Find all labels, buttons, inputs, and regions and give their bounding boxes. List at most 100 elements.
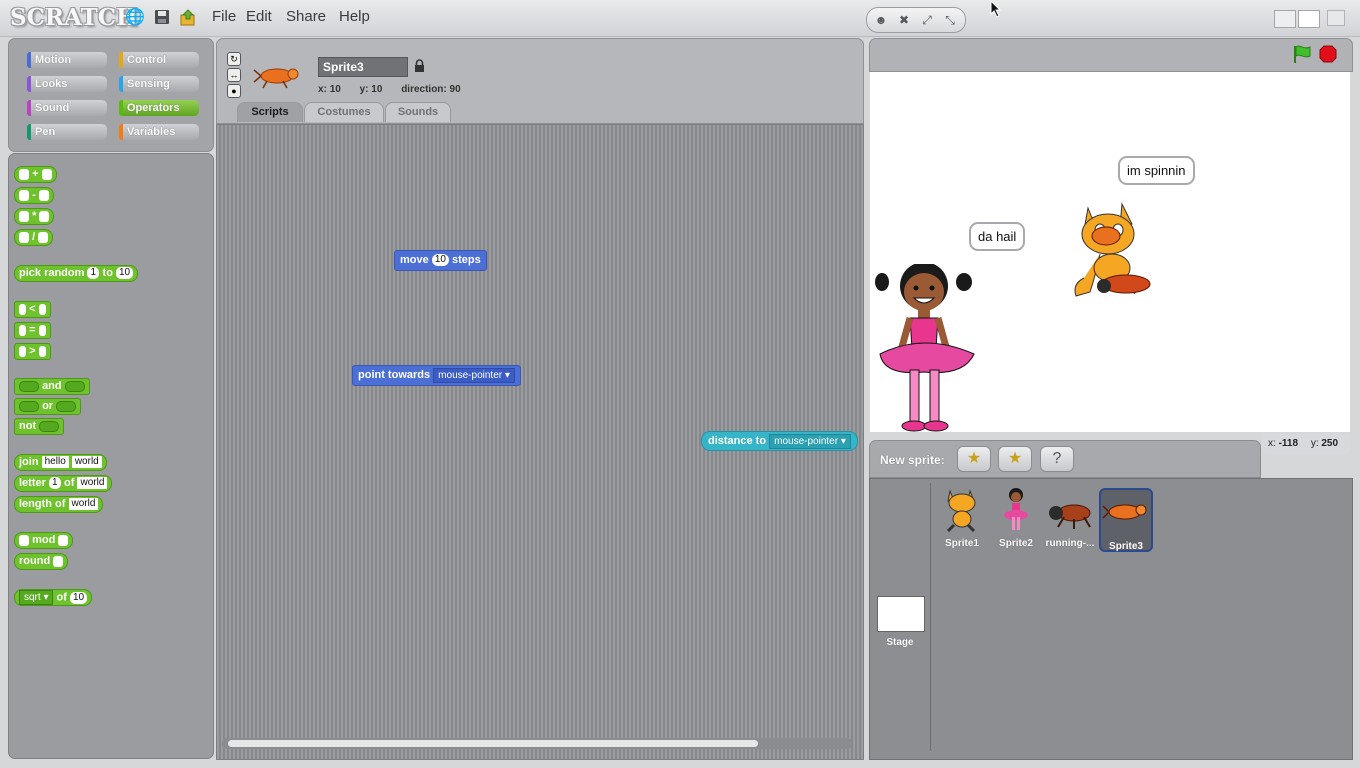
slot[interactable]: 1 bbox=[87, 267, 100, 280]
stop-sign-icon[interactable] bbox=[1319, 45, 1337, 63]
category-control[interactable]: Control bbox=[119, 52, 199, 68]
slot[interactable]: world bbox=[68, 498, 99, 511]
delete-tool-icon[interactable]: ✖ bbox=[894, 11, 914, 29]
scrollbar-thumb[interactable] bbox=[228, 740, 758, 747]
block-not[interactable]: not bbox=[14, 418, 65, 435]
block-letter-of[interactable]: letter 1 of world bbox=[14, 475, 113, 492]
slot[interactable] bbox=[38, 345, 46, 357]
block-subtract[interactable]: - bbox=[14, 187, 54, 204]
block-or[interactable]: or bbox=[14, 398, 82, 415]
slot[interactable]: 10 bbox=[431, 254, 449, 267]
slot[interactable] bbox=[39, 210, 50, 222]
sprite-thumb-2[interactable]: Sprite2 bbox=[992, 487, 1040, 549]
share-upload-icon[interactable] bbox=[179, 9, 197, 27]
globe-icon[interactable]: 🌐 bbox=[125, 9, 145, 27]
category-sound[interactable]: Sound bbox=[27, 100, 107, 116]
slot[interactable]: world bbox=[71, 456, 102, 469]
girl-sprite-icon[interactable] bbox=[874, 264, 984, 432]
choose-sprite-file-button[interactable]: ★ bbox=[998, 446, 1032, 472]
sprite-thumb-1[interactable]: Sprite1 bbox=[938, 487, 986, 549]
block-distance-to[interactable]: distance to mouse-pointer ▾ bbox=[701, 431, 858, 451]
block-greater-than[interactable]: > bbox=[14, 343, 51, 360]
slot[interactable] bbox=[38, 303, 46, 315]
category-motion[interactable]: Motion bbox=[27, 52, 107, 68]
tab-scripts[interactable]: Scripts bbox=[237, 102, 303, 122]
tab-costumes[interactable]: Costumes bbox=[304, 102, 384, 122]
slot[interactable]: 10 bbox=[70, 591, 88, 604]
rotate-style-icon[interactable]: ↻ bbox=[227, 52, 241, 66]
sprite-thumb-4-selected[interactable]: Sprite3 bbox=[1099, 488, 1153, 552]
category-operators[interactable]: Operators bbox=[119, 100, 199, 116]
sprite-thumb-3[interactable]: running-... bbox=[1042, 487, 1098, 549]
slot[interactable] bbox=[41, 168, 52, 180]
scripts-area[interactable]: move 10 steps point towards mouse-pointe… bbox=[216, 124, 864, 760]
category-looks[interactable]: Looks bbox=[27, 76, 107, 92]
slot[interactable]: hello bbox=[41, 456, 69, 469]
green-flag-icon[interactable] bbox=[1291, 44, 1313, 64]
save-icon[interactable] bbox=[153, 9, 171, 27]
flip-style-icon[interactable]: ↔ bbox=[227, 68, 241, 82]
stage-thumbnail[interactable] bbox=[877, 596, 925, 632]
block-and[interactable]: and bbox=[14, 378, 90, 395]
normal-stage-icon[interactable] bbox=[1298, 10, 1320, 28]
slot[interactable]: 10 bbox=[115, 267, 134, 280]
lock-icon[interactable] bbox=[414, 59, 425, 73]
block-length-of[interactable]: length of world bbox=[14, 496, 104, 513]
menu-help[interactable]: Help bbox=[339, 8, 370, 25]
paint-new-sprite-button[interactable]: ★ bbox=[957, 446, 991, 472]
point-towards-dropdown[interactable]: mouse-pointer ▾ bbox=[433, 367, 515, 383]
slot[interactable] bbox=[56, 400, 77, 412]
slot[interactable] bbox=[38, 324, 46, 336]
menu-file[interactable]: File bbox=[212, 8, 236, 25]
block-sqrt-of[interactable]: sqrt ▾ of 10 bbox=[14, 589, 93, 606]
tab-sounds[interactable]: Sounds bbox=[385, 102, 451, 122]
duplicate-tool-icon[interactable]: ☻ bbox=[871, 11, 891, 29]
grow-tool-icon[interactable]: ⤢ bbox=[917, 11, 937, 29]
sprite-name-field[interactable]: Sprite3 bbox=[318, 57, 408, 77]
slot[interactable]: 1 bbox=[48, 477, 61, 490]
presentation-mode-icon[interactable] bbox=[1327, 10, 1345, 26]
block-multiply[interactable]: * bbox=[14, 208, 55, 225]
slot[interactable]: world bbox=[77, 477, 108, 490]
slot[interactable] bbox=[19, 400, 39, 412]
slot[interactable] bbox=[19, 324, 26, 336]
distance-dropdown[interactable]: mouse-pointer ▾ bbox=[769, 433, 851, 449]
block-equals[interactable]: = bbox=[14, 322, 51, 339]
block-round[interactable]: round bbox=[14, 553, 69, 570]
cat-sprite-icon[interactable] bbox=[1060, 198, 1160, 308]
slot[interactable] bbox=[19, 231, 29, 243]
stage-canvas[interactable]: da hail im spinnin bbox=[870, 72, 1350, 432]
block-move-steps[interactable]: move 10 steps bbox=[394, 250, 487, 271]
slot[interactable] bbox=[19, 189, 29, 201]
scripts-horizontal-scrollbar[interactable] bbox=[222, 738, 852, 749]
category-variables[interactable]: Variables bbox=[119, 124, 199, 140]
slot[interactable] bbox=[19, 380, 39, 392]
slot[interactable] bbox=[19, 345, 26, 357]
slot[interactable] bbox=[64, 380, 85, 392]
no-rotate-icon[interactable]: ● bbox=[227, 84, 241, 98]
slot[interactable] bbox=[38, 189, 49, 201]
menu-share[interactable]: Share bbox=[286, 8, 326, 25]
block-pick-random[interactable]: pick random 1 to 10 bbox=[14, 265, 139, 282]
category-pen[interactable]: Pen bbox=[27, 124, 107, 140]
slot[interactable] bbox=[38, 231, 49, 243]
block-join[interactable]: join hello world bbox=[14, 454, 107, 471]
category-sensing[interactable]: Sensing bbox=[119, 76, 199, 92]
block-less-than[interactable]: < bbox=[14, 301, 51, 318]
slot[interactable] bbox=[19, 303, 26, 315]
menu-edit[interactable]: Edit bbox=[246, 8, 272, 25]
slot[interactable] bbox=[19, 168, 29, 180]
slot[interactable] bbox=[19, 210, 29, 222]
block-mod[interactable]: mod bbox=[14, 532, 74, 549]
shrink-tool-icon[interactable]: ⤡ bbox=[940, 11, 960, 29]
block-divide[interactable]: / bbox=[14, 229, 54, 246]
slot[interactable] bbox=[53, 555, 64, 567]
block-add[interactable]: + bbox=[14, 166, 57, 183]
sqrt-dropdown[interactable]: sqrt ▾ bbox=[19, 590, 54, 605]
slot[interactable] bbox=[58, 534, 69, 546]
slot[interactable] bbox=[19, 534, 29, 546]
slot[interactable] bbox=[39, 420, 60, 432]
small-stage-icon[interactable] bbox=[1274, 10, 1296, 28]
surprise-sprite-button[interactable]: ? bbox=[1040, 446, 1074, 472]
block-point-towards[interactable]: point towards mouse-pointer ▾ bbox=[352, 365, 521, 386]
